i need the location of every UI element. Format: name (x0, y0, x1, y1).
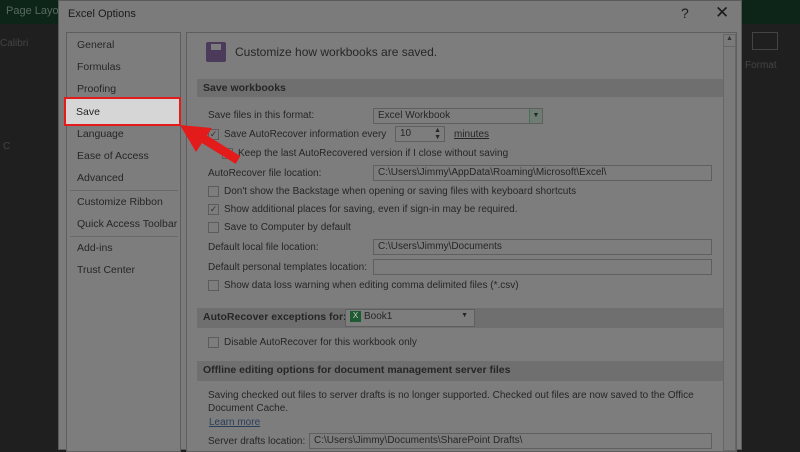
red-arrow-annotation (180, 125, 241, 164)
